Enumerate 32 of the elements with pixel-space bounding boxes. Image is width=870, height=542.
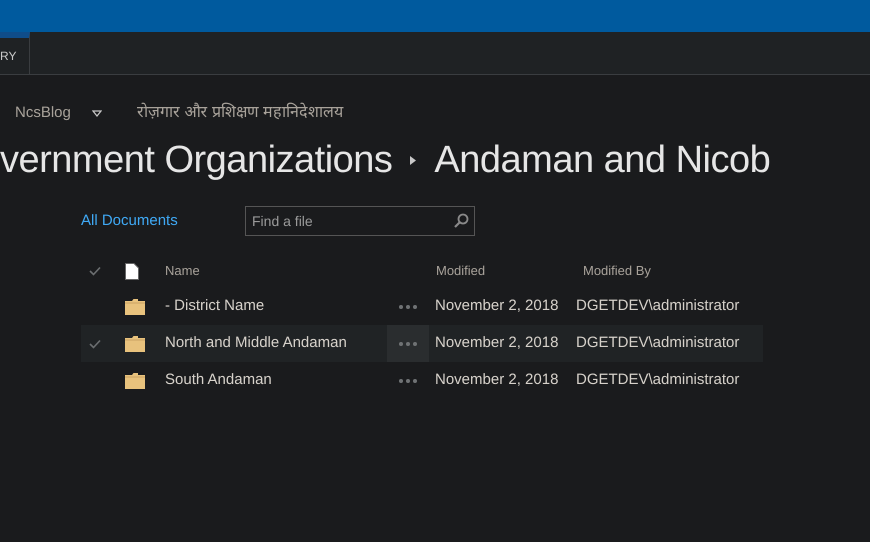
breadcrumb-link[interactable]: Andaman and Nicob	[434, 132, 770, 188]
table-row[interactable]: South Andaman November 2, 2018 DGETDEV\administrator	[81, 362, 763, 399]
table-cell-text: November 2, 2018	[434, 370, 560, 390]
folder-icon	[125, 298, 145, 315]
folder-name[interactable]: North and Middle Andaman	[165, 332, 387, 355]
table-cell-text: DGETDEV\administrator	[576, 333, 740, 354]
checkmark-icon[interactable]	[89, 338, 101, 348]
folder-name[interactable]: - District Name	[165, 295, 387, 318]
site-link[interactable]: NcsBlog	[15, 102, 71, 124]
view-link[interactable]: All Documents	[81, 210, 245, 232]
search-icon[interactable]	[453, 213, 469, 229]
breadcrumb-link[interactable]: vernment Organizations	[0, 132, 392, 188]
table-cell-text: DGETDEV\administrator	[576, 296, 740, 316]
table-cell-text: November 2, 2018	[434, 333, 560, 354]
column-header[interactable]: Modified	[436, 261, 583, 281]
table-cell-text: DGETDEV\administrator	[576, 370, 740, 390]
ribbon-tab[interactable]: RY	[0, 32, 30, 74]
nav-link[interactable]: रोज़गार और प्रशिक्षण महानिदेशालय	[136, 101, 344, 125]
table-cell-text: November 2, 2018	[434, 296, 560, 316]
checkmark-icon[interactable]	[89, 266, 101, 276]
document-icon	[125, 262, 139, 280]
table-row[interactable]: North and Middle Andaman November 2, 2018 DGETDEV\administrator	[81, 325, 763, 362]
folder-icon	[125, 335, 145, 352]
table-row[interactable]: - District Name November 2, 2018 DGETDEV\administrator	[81, 288, 763, 325]
column-header[interactable]: Modified By	[583, 261, 651, 281]
search-field[interactable]: Find a file	[245, 206, 475, 236]
column-header[interactable]: Name	[165, 261, 436, 281]
dropdown-caret-icon[interactable]	[92, 110, 102, 116]
breadcrumb-separator-icon	[410, 156, 416, 164]
folder-name[interactable]: South Andaman	[165, 369, 387, 392]
more-options-button[interactable]	[387, 325, 429, 362]
folder-icon	[125, 372, 145, 389]
